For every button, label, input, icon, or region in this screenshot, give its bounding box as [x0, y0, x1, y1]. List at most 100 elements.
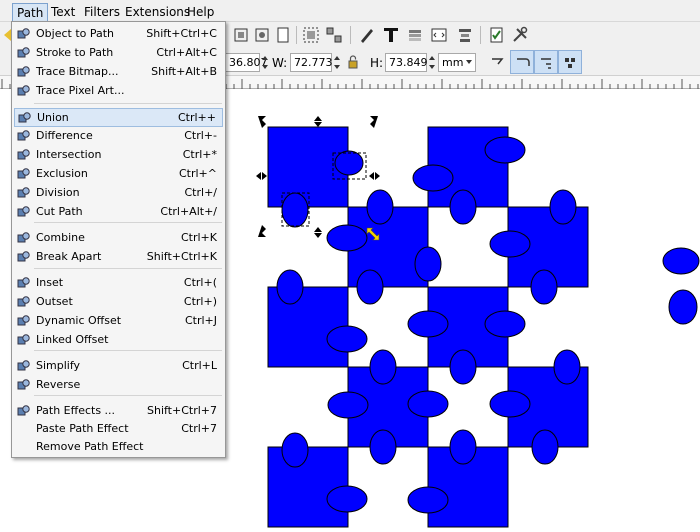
menu-item-dynamic-offset[interactable]: Dynamic Offset Ctrl+J	[14, 312, 223, 331]
menu-item-label: Dynamic Offset	[36, 314, 122, 327]
puzzle-knob[interactable]	[369, 429, 397, 465]
menu-item-cut-path[interactable]: Cut Path Ctrl+Alt+/	[14, 203, 223, 222]
menu-item-reverse[interactable]: Reverse	[14, 376, 223, 395]
union-icon	[18, 111, 32, 125]
puzzle-knob[interactable]	[276, 269, 304, 305]
menu-item-outset[interactable]: Outset Ctrl+)	[14, 293, 223, 312]
menu-item-path-effects[interactable]: Path Effects ... Shift+Ctrl+7	[14, 402, 223, 421]
height-field[interactable]: 73.849	[385, 53, 428, 72]
menu-item-inset[interactable]: Inset Ctrl+(	[14, 274, 223, 293]
menu-item-simplify[interactable]: Simplify Ctrl+L	[14, 357, 223, 376]
menu-separator	[34, 103, 222, 104]
zoom-page-icon[interactable]	[274, 26, 292, 44]
menu-item-stroke-to-path[interactable]: Stroke to Path Ctrl+Alt+C	[14, 44, 223, 63]
puzzle-knob[interactable]	[326, 224, 368, 252]
menu-item-intersection[interactable]: Intersection Ctrl+*	[14, 146, 223, 165]
puzzle-knob[interactable]	[449, 349, 477, 385]
puzzle-knob[interactable]	[281, 432, 309, 468]
xml-editor-icon[interactable]	[430, 26, 448, 44]
transform-patterns-toggle[interactable]	[558, 50, 582, 74]
group-icon[interactable]	[302, 26, 320, 44]
preferences-icon[interactable]	[511, 26, 529, 44]
scale-handle-nw[interactable]	[258, 116, 270, 128]
width-spinner[interactable]	[332, 53, 342, 72]
puzzle-knob[interactable]	[449, 429, 477, 465]
puzzle-knob[interactable]	[484, 310, 526, 338]
puzzle-knob[interactable]	[553, 349, 581, 385]
puzzle-knob[interactable]	[449, 189, 477, 225]
width-field[interactable]: 72.773	[290, 53, 333, 72]
ungroup-icon[interactable]	[325, 26, 343, 44]
object-to-path-icon	[17, 27, 31, 41]
puzzle-knob[interactable]	[281, 192, 309, 228]
menu-item-break-apart[interactable]: Break Apart Shift+Ctrl+K	[14, 248, 223, 267]
menu-item-linked-offset[interactable]: Linked Offset	[14, 331, 223, 350]
puzzle-knob[interactable]	[530, 269, 558, 305]
toolbar-separator	[296, 26, 297, 44]
scale-corners-toggle[interactable]	[510, 50, 534, 74]
menu-item-shortcut: Ctrl+/	[184, 186, 218, 199]
scale-handle-ne[interactable]	[366, 116, 378, 128]
zoom-selection-icon[interactable]	[232, 26, 250, 44]
puzzle-knob[interactable]	[326, 325, 368, 353]
puzzle-knob[interactable]	[662, 247, 700, 275]
puzzle-knob[interactable]	[484, 136, 526, 164]
puzzle-knob[interactable]	[412, 164, 454, 192]
scale-handle-s[interactable]	[314, 227, 322, 238]
lock-icon[interactable]	[346, 54, 360, 70]
menu-item-trace-pixel-art[interactable]: Trace Pixel Art...	[14, 82, 223, 101]
menu-item-remove-path-effect[interactable]: Remove Path Effect	[14, 438, 223, 457]
puzzle-knob[interactable]	[326, 485, 368, 513]
menu-item-paste-path-effect[interactable]: Paste Path Effect Ctrl+7	[14, 420, 223, 439]
zoom-drawing-icon[interactable]	[253, 26, 271, 44]
x-spinner[interactable]	[260, 53, 270, 72]
puzzle-knob[interactable]	[366, 189, 394, 225]
division-icon	[17, 186, 31, 200]
menu-item-shortcut: Ctrl+^	[178, 167, 217, 180]
scale-stroke-icon[interactable]	[489, 54, 507, 72]
layers-icon[interactable]	[406, 26, 424, 44]
fill-stroke-icon[interactable]	[358, 26, 376, 44]
puzzle-knob[interactable]	[356, 269, 384, 305]
scale-handle-e[interactable]	[369, 172, 380, 180]
menu-item-label: Linked Offset	[36, 333, 109, 346]
h-label: H:	[370, 56, 384, 70]
menu-help[interactable]: Help	[183, 3, 218, 21]
menu-item-label: Intersection	[36, 148, 102, 161]
puzzle-knob[interactable]	[407, 310, 449, 338]
menu-item-difference[interactable]: Difference Ctrl+-	[14, 127, 223, 146]
puzzle-knob[interactable]	[489, 390, 531, 418]
menu-item-union[interactable]: Union Ctrl++	[14, 108, 223, 127]
puzzle-knob[interactable]	[668, 289, 698, 325]
puzzle-knob[interactable]	[407, 390, 449, 418]
menu-item-exclusion[interactable]: Exclusion Ctrl+^	[14, 165, 223, 184]
intersection-icon	[17, 148, 31, 162]
scale-handle-sw[interactable]	[258, 225, 270, 237]
puzzle-square[interactable]	[267, 286, 349, 368]
puzzle-knob[interactable]	[489, 230, 531, 258]
menu-text[interactable]: Text	[47, 3, 79, 21]
text-font-icon[interactable]	[382, 26, 400, 44]
menu-filters[interactable]: Filters	[80, 3, 124, 21]
puzzle-knob[interactable]	[407, 486, 449, 514]
puzzle-knob[interactable]	[531, 429, 559, 465]
menu-item-division[interactable]: Division Ctrl+/	[14, 184, 223, 203]
puzzle-knob[interactable]	[369, 349, 397, 385]
x-coordinate-field[interactable]: 36.807	[225, 53, 268, 72]
menu-path[interactable]: Path	[12, 3, 49, 21]
menu-item-combine[interactable]: Combine Ctrl+K	[14, 229, 223, 248]
puzzle-knob[interactable]	[334, 150, 364, 176]
menu-item-trace-bitmap[interactable]: Trace Bitmap... Shift+Alt+B	[14, 63, 223, 82]
transform-gradients-toggle[interactable]	[534, 50, 558, 74]
puzzle-square[interactable]	[267, 446, 349, 528]
scale-handle-w[interactable]	[256, 172, 267, 180]
scale-handle-n[interactable]	[314, 116, 322, 127]
menu-item-object-to-path[interactable]: Object to Path Shift+Ctrl+C	[14, 25, 223, 44]
align-distribute-icon[interactable]	[456, 26, 474, 44]
puzzle-knob[interactable]	[327, 391, 369, 419]
menu-item-label: Cut Path	[36, 205, 83, 218]
puzzle-knob[interactable]	[549, 189, 577, 225]
puzzle-knob[interactable]	[414, 246, 442, 282]
height-spinner[interactable]	[427, 53, 437, 72]
document-properties-icon[interactable]	[487, 26, 505, 44]
